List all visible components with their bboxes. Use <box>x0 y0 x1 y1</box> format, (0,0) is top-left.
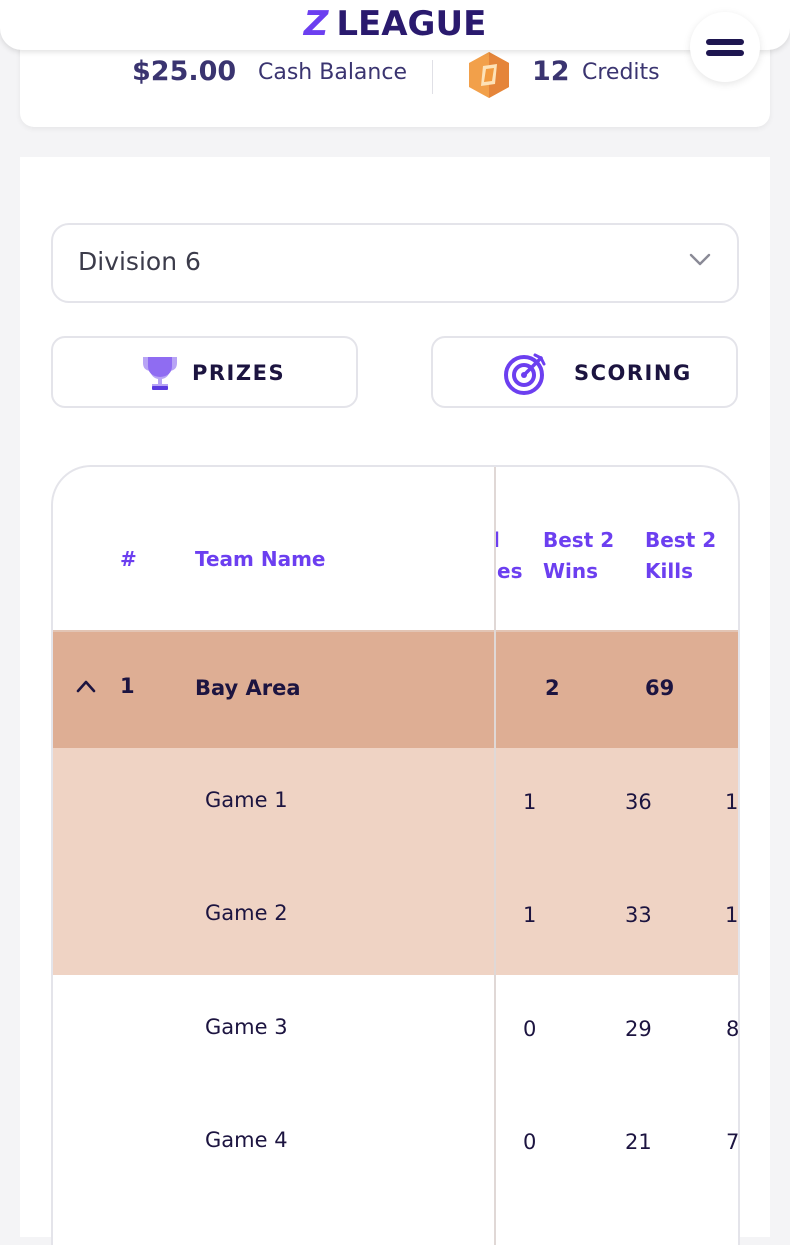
hexagon-coin-icon <box>469 52 509 98</box>
hamburger-menu-icon[interactable] <box>690 12 760 82</box>
credits-label: Credits <box>582 60 660 85</box>
header-best-wins-line1[interactable]: Best 2 <box>543 525 614 555</box>
game-name: Game 2 <box>205 901 288 925</box>
header-team-name[interactable]: Team Name <box>195 544 326 574</box>
prizes-button[interactable]: PRIZES <box>51 336 358 408</box>
trophy-icon <box>143 357 177 390</box>
chevron-down-icon <box>689 253 711 266</box>
header-partial-col-bottom: es <box>497 559 523 583</box>
standings-table[interactable]: # Team Name l es Best 2 Wins Best 2 Kill… <box>51 465 740 1245</box>
scoring-label: SCORING <box>574 361 692 385</box>
balance-divider <box>432 60 433 94</box>
header-best-kills-line2[interactable]: Kills <box>645 556 693 586</box>
game-row: Game 1 1 36 1( <box>53 748 739 861</box>
division-select-value: Division 6 <box>78 247 201 276</box>
prizes-label: PRIZES <box>192 361 286 385</box>
division-select[interactable]: Division 6 <box>51 223 739 303</box>
team-best-wins: 2 <box>545 676 560 700</box>
credits-count: 12 <box>532 56 570 87</box>
game-row: Game 2 1 33 1( <box>53 861 739 975</box>
game-partial: 1( <box>725 790 739 814</box>
game-wins: 1 <box>523 790 537 814</box>
game-name: Game 1 <box>205 788 288 812</box>
leaderboard-card: Division 6 PRIZES SCORING # Team Name l … <box>20 157 770 1245</box>
game-row: Game 3 0 29 8 <box>53 975 740 1088</box>
game-kills: 33 <box>625 903 652 927</box>
header-best-kills-line1[interactable]: Best 2 <box>645 525 716 555</box>
menu-bar-top <box>706 39 744 45</box>
game-partial: 8 <box>726 1017 740 1041</box>
game-kills: 21 <box>625 1130 652 1154</box>
chevron-up-icon[interactable] <box>75 678 97 694</box>
table-header: # Team Name l es Best 2 Wins Best 2 Kill… <box>53 467 738 632</box>
zleague-logo[interactable]: Z LEAGUE <box>0 6 790 42</box>
game-kills: 36 <box>625 790 652 814</box>
menu-bar-bottom <box>706 50 744 56</box>
game-partial: 7 <box>726 1130 740 1154</box>
frozen-column-divider <box>494 467 496 1245</box>
team-best-kills: 69 <box>645 676 675 700</box>
team-rank: 1 <box>120 674 135 698</box>
team-name: Bay Area <box>195 676 301 700</box>
game-wins: 1 <box>523 903 537 927</box>
cash-balance-amount: $25.00 <box>132 56 237 87</box>
game-partial: 1( <box>725 903 739 927</box>
logo-z: Z <box>303 4 329 44</box>
table-row-overflow <box>53 1201 738 1245</box>
game-wins: 0 <box>523 1017 537 1041</box>
game-wins: 0 <box>523 1130 537 1154</box>
team-row[interactable]: 1 Bay Area 2 69 <box>53 630 738 748</box>
header-best-wins-line2[interactable]: Wins <box>543 556 598 586</box>
target-icon <box>504 353 546 395</box>
game-name: Game 4 <box>205 1128 288 1152</box>
game-row: Game 4 0 21 7 <box>53 1088 740 1201</box>
header-rank[interactable]: # <box>120 544 137 574</box>
game-name: Game 3 <box>205 1015 288 1039</box>
top-header: Z LEAGUE <box>0 0 790 50</box>
cash-balance-label: Cash Balance <box>258 60 407 85</box>
scoring-button[interactable]: SCORING <box>431 336 738 408</box>
logo-text: LEAGUE <box>336 4 487 44</box>
game-kills: 29 <box>625 1017 652 1041</box>
